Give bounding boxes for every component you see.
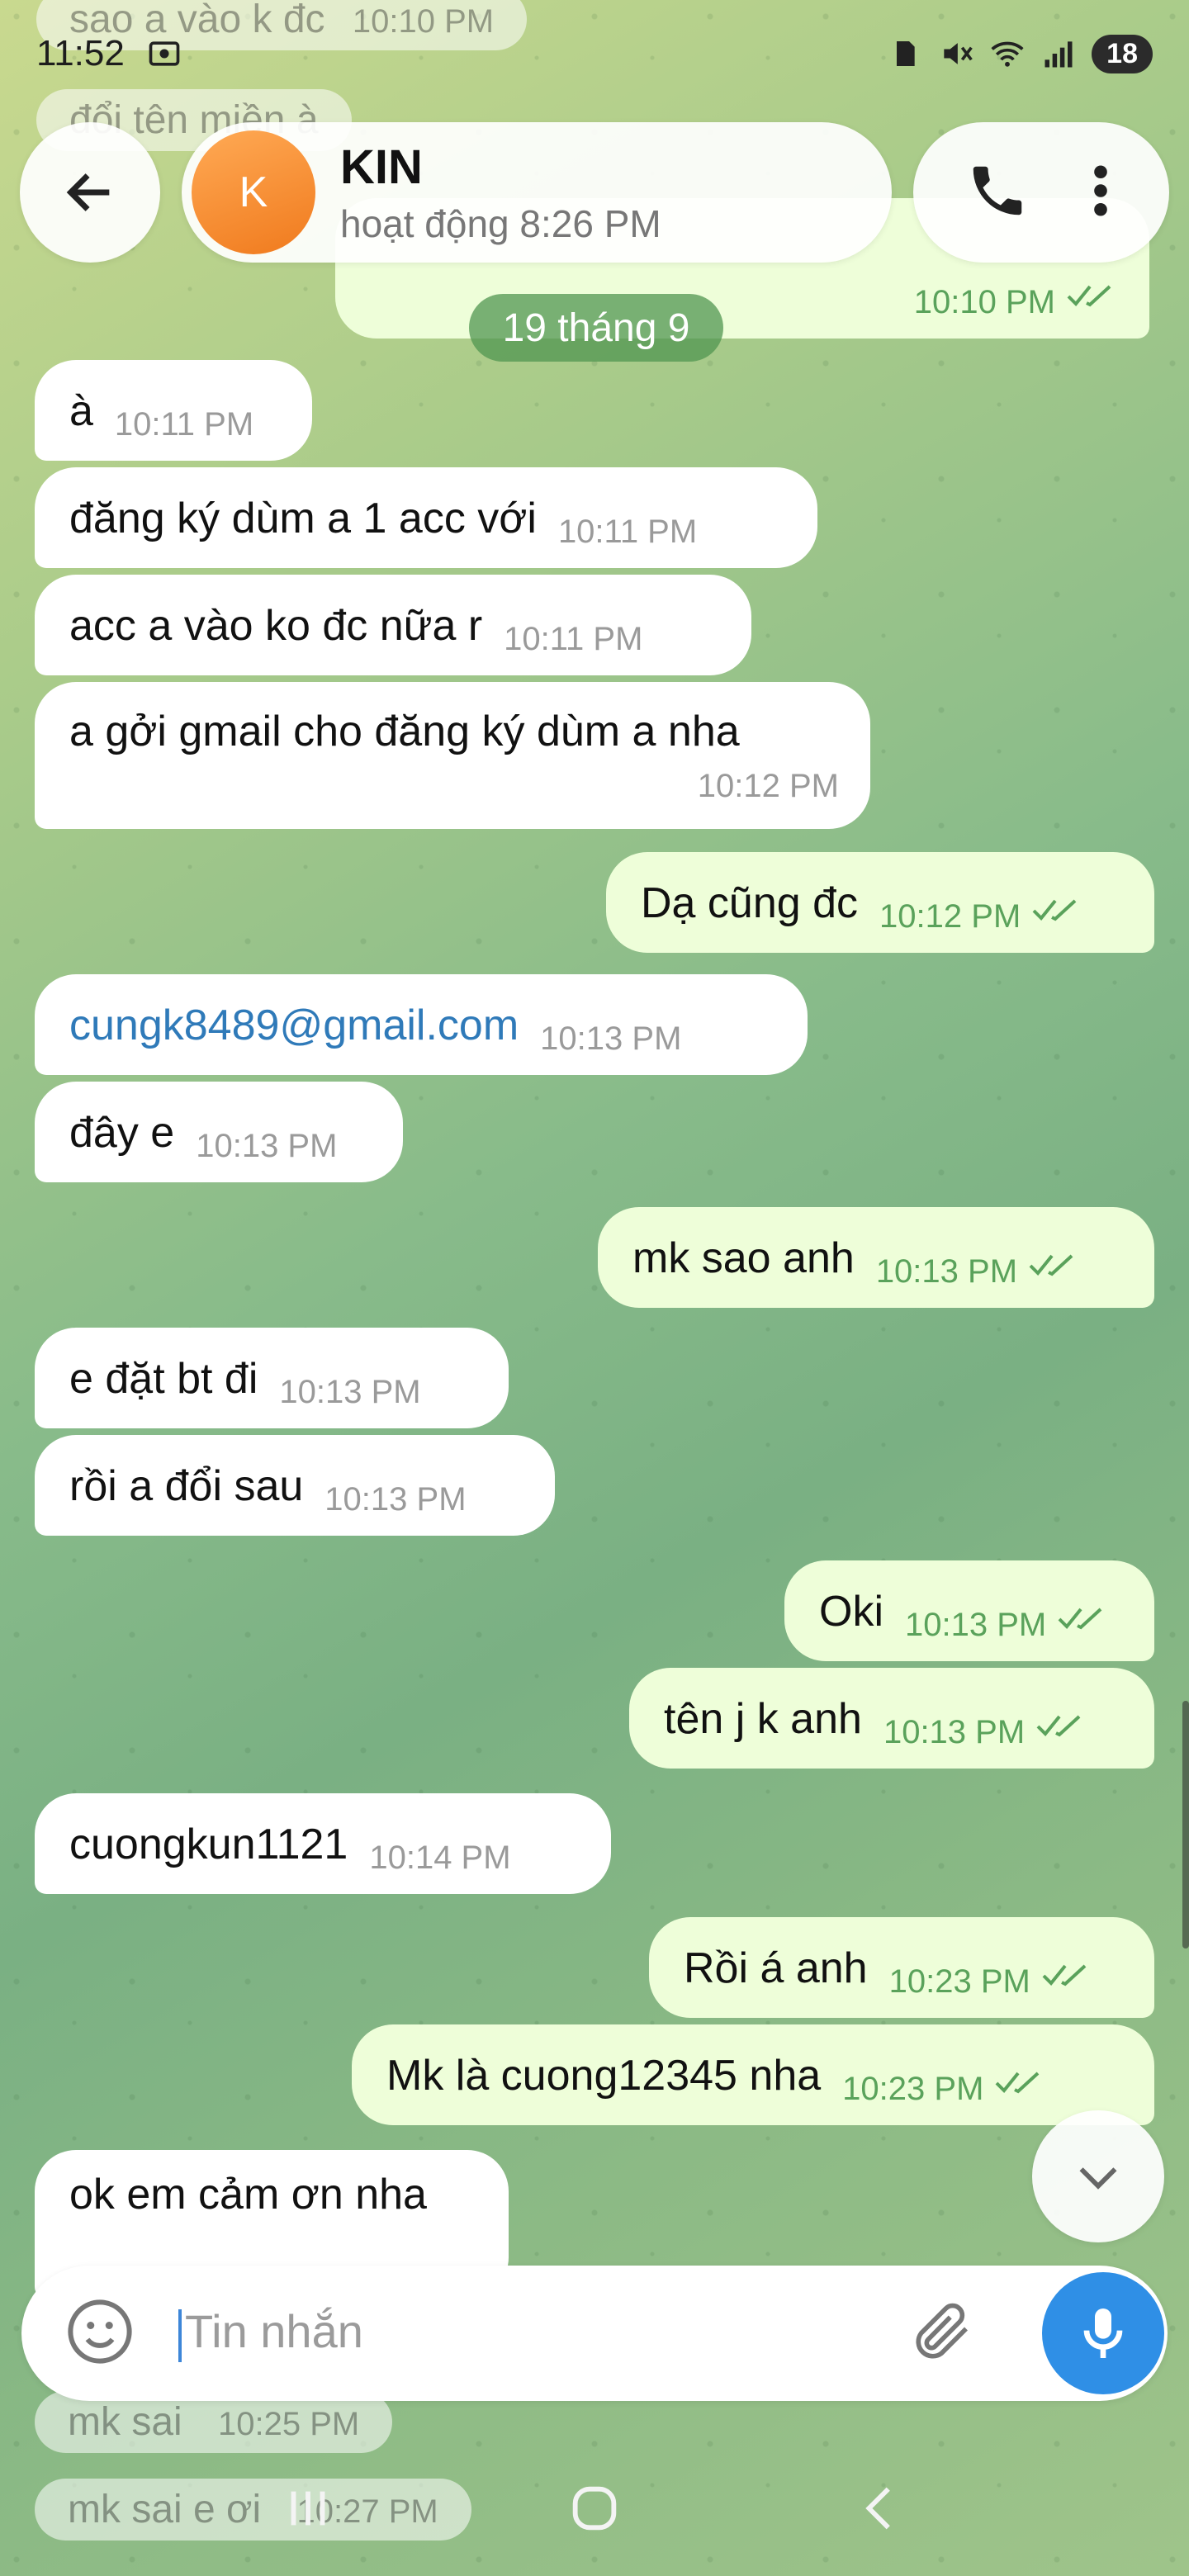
voice-record-button[interactable] (1042, 2272, 1164, 2394)
message-bubble-incoming[interactable]: đây e 10:13 PM (35, 1082, 403, 1182)
signal-icon (1040, 36, 1077, 72)
message-bubble-incoming[interactable]: cuongkun1121 10:14 PM (35, 1793, 611, 1894)
attach-icon (916, 2303, 968, 2359)
message-bubble-incoming[interactable]: rồi a đổi sau 10:13 PM (35, 1435, 555, 1536)
message-bubble-incoming[interactable]: e đặt bt đi 10:13 PM (35, 1328, 509, 1428)
contact-info[interactable]: K KIN hoạt động 8:26 PM (182, 122, 892, 263)
mic-icon (1083, 2308, 1123, 2358)
emoji-button[interactable] (63, 2294, 137, 2373)
contact-name: KIN (340, 140, 423, 194)
system-nav-bar (0, 2460, 1189, 2559)
read-ticks-icon (1029, 1238, 1080, 1288)
phone-icon (973, 166, 1022, 215)
system-back-button[interactable] (852, 2479, 910, 2541)
message-bubble-outgoing[interactable]: Oki 10:13 PM (784, 1560, 1154, 1661)
read-ticks-icon (1067, 269, 1118, 319)
message-bubble-outgoing[interactable]: mk sao anh 10:13 PM (598, 1207, 1154, 1308)
message-input[interactable]: Tin nhắn (178, 2304, 908, 2362)
message-bubble-incoming[interactable]: acc a vào ko đc nữa r 10:11 PM (35, 575, 751, 675)
more-options-button[interactable] (1084, 159, 1117, 227)
status-bar: 11:52 18 (0, 0, 1189, 107)
status-time: 11:52 (36, 33, 125, 73)
call-button[interactable] (965, 159, 1030, 227)
email-link[interactable]: cungk8489@gmail.com (69, 1001, 519, 1055)
scrollbar[interactable] (1182, 1701, 1189, 1949)
message-bubble-incoming[interactable]: đăng ký dùm a 1 acc với 10:11 PM (35, 467, 817, 568)
header-actions (913, 122, 1169, 263)
message-composer: Tin nhắn (21, 2266, 1168, 2401)
text-caret (178, 2308, 182, 2362)
read-ticks-icon (995, 2056, 1046, 2105)
wifi-icon (989, 36, 1026, 72)
back-button[interactable] (20, 122, 160, 263)
system-back-icon (865, 2487, 890, 2529)
avatar[interactable]: K (192, 130, 315, 254)
read-ticks-icon (1058, 1592, 1109, 1641)
back-arrow-icon (66, 173, 110, 211)
date-separator: 19 tháng 9 (469, 294, 723, 362)
read-ticks-icon (1036, 1699, 1087, 1749)
recent-apps-icon (291, 2491, 325, 2525)
home-icon (572, 2486, 617, 2530)
message-bubble-outgoing[interactable]: tên j k anh 10:13 PM (629, 1668, 1154, 1769)
message-bubble-outgoing[interactable]: Dạ cũng đc 10:12 PM (606, 852, 1154, 953)
message-bubble-outgoing[interactable]: Rồi á anh 10:23 PM (649, 1917, 1154, 2018)
more-vertical-icon (1094, 164, 1107, 216)
contact-status: hoạt động 8:26 PM (340, 201, 661, 245)
sim-icon (887, 36, 923, 72)
battery-indicator: 18 (1092, 34, 1153, 73)
message-bubble-incoming[interactable]: cungk8489@gmail.com 10:13 PM (35, 974, 808, 1075)
home-button[interactable] (566, 2479, 623, 2541)
message-bubble-incoming[interactable]: à 10:11 PM (35, 360, 312, 461)
read-ticks-icon (1042, 1949, 1093, 1998)
scroll-to-bottom-button[interactable] (1032, 2110, 1164, 2242)
emoji-icon (68, 2299, 132, 2364)
message-bubble-incoming[interactable]: a gởi gmail cho đăng ký dùm a nha 10:12 P… (35, 682, 870, 829)
mute-icon (938, 36, 974, 72)
screenshot-icon (146, 36, 182, 72)
attach-button[interactable] (908, 2297, 978, 2370)
read-ticks-icon (1032, 883, 1083, 933)
recent-apps-button[interactable] (279, 2479, 337, 2541)
chevron-down-icon (1079, 2167, 1117, 2190)
chat-header: K KIN hoạt động 8:26 PM (0, 122, 1189, 263)
message-bubble-outgoing[interactable]: Mk là cuong12345 nha 10:23 PM (352, 2024, 1154, 2125)
